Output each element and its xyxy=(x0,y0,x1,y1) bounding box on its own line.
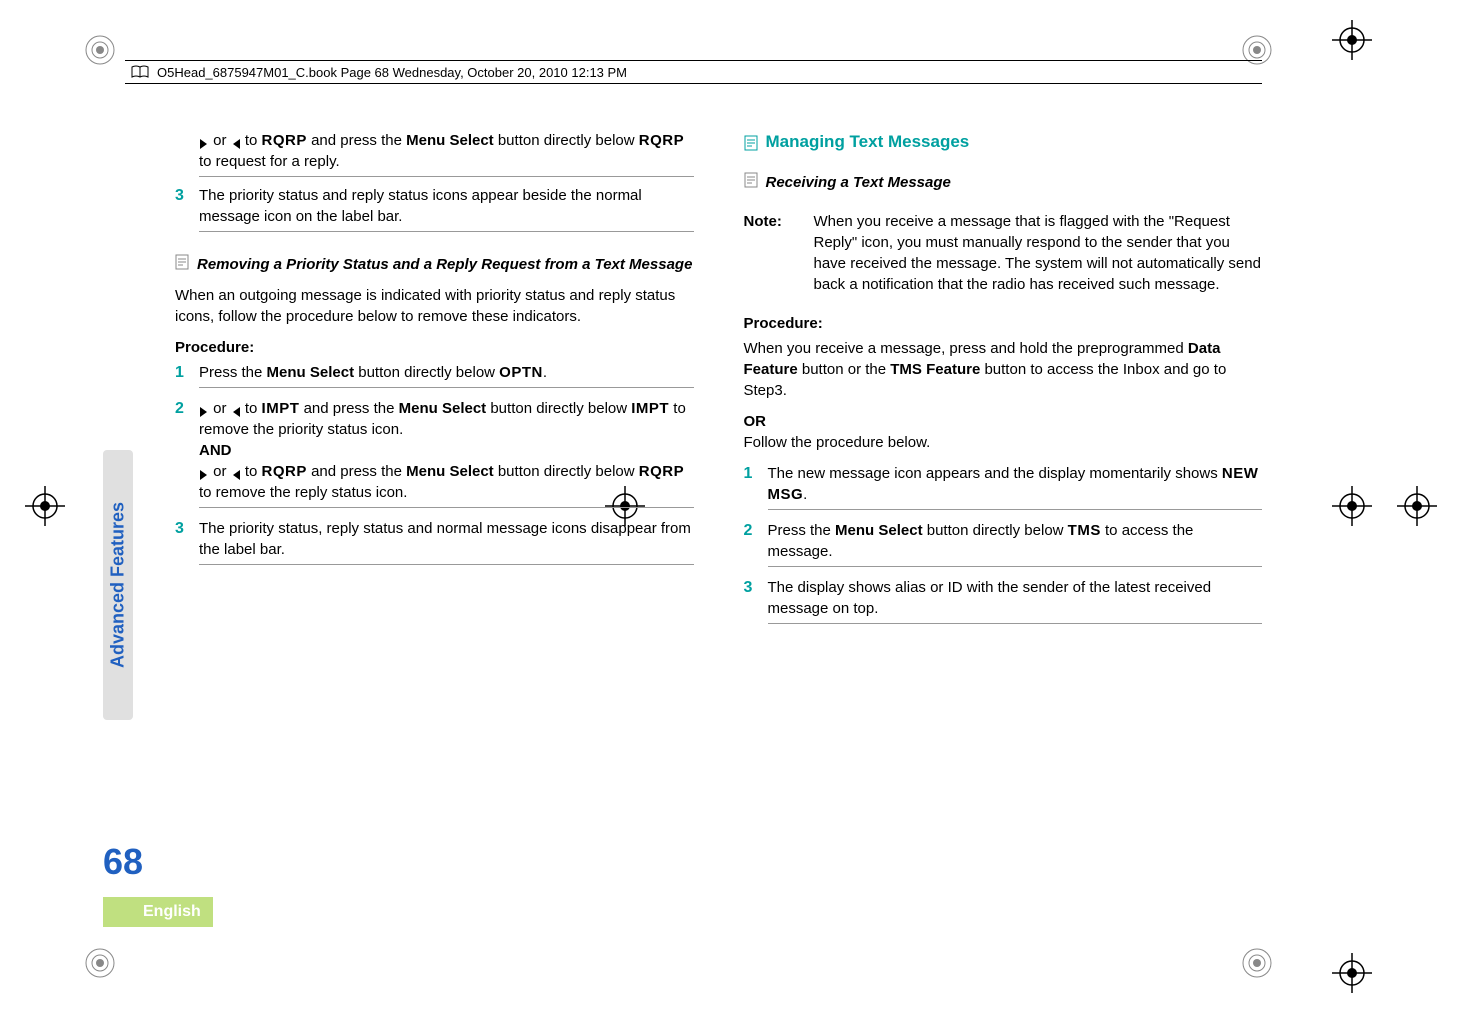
header-text: O5Head_6875947M01_C.book Page 68 Wednesd… xyxy=(157,65,627,80)
note-block: Note: When you receive a message that is… xyxy=(744,211,1263,295)
step-number: 2 xyxy=(175,398,199,508)
arrow-right-icon xyxy=(199,466,209,478)
side-tab-label: Advanced Features xyxy=(108,502,129,668)
arrow-right-icon xyxy=(199,135,209,147)
section-heading: Managing Text Messages xyxy=(744,130,1263,154)
document-icon xyxy=(744,134,758,150)
page-number: 68 xyxy=(103,841,143,883)
note-text: When you receive a message that is flagg… xyxy=(814,211,1263,295)
or-label: OR xyxy=(744,411,1263,432)
procedure-step-2: 2 or to IMPT and press the Menu Select b… xyxy=(175,398,694,512)
r-step-3: 3 The display shows alias or ID with the… xyxy=(744,577,1263,628)
step-number: 2 xyxy=(744,520,768,567)
r-step-1: 1 The new message icon appears and the d… xyxy=(744,463,1263,514)
arrow-left-icon xyxy=(231,135,241,147)
procedure-step-1: 1 Press the Menu Select button directly … xyxy=(175,362,694,392)
step-number: 1 xyxy=(744,463,768,510)
side-tab: Advanced Features xyxy=(103,450,133,720)
book-icon xyxy=(131,65,149,79)
step-number: 3 xyxy=(744,577,768,624)
arrow-left-icon xyxy=(231,466,241,478)
subsection-title: Removing a Priority Status and a Reply R… xyxy=(175,254,694,275)
crosshair-mark xyxy=(1332,486,1372,526)
left-column: or to RQRP and press the Menu Select but… xyxy=(155,130,694,903)
procedure-label: Procedure: xyxy=(744,313,1263,334)
document-icon xyxy=(175,254,189,270)
step-number: 3 xyxy=(175,185,199,232)
step-3: 3 The priority status and reply status i… xyxy=(175,185,694,236)
intro-paragraph: When you receive a message, press and ho… xyxy=(744,338,1263,401)
registration-mark xyxy=(80,30,120,70)
document-icon xyxy=(744,172,758,188)
registration-mark xyxy=(80,943,120,983)
crosshair-mark xyxy=(1397,486,1437,526)
intro-paragraph-2: Follow the procedure below. xyxy=(744,432,1263,453)
intro-paragraph: When an outgoing message is indicated wi… xyxy=(175,285,694,327)
page-header-bar: O5Head_6875947M01_C.book Page 68 Wednesd… xyxy=(125,60,1262,84)
arrow-left-icon xyxy=(231,403,241,415)
content-area: or to RQRP and press the Menu Select but… xyxy=(155,130,1262,903)
procedure-label: Procedure: xyxy=(175,337,694,358)
note-label: Note: xyxy=(744,211,814,295)
crosshair-mark xyxy=(1332,953,1372,993)
crosshair-mark xyxy=(25,486,65,526)
arrow-right-icon xyxy=(199,403,209,415)
and-label: AND xyxy=(199,440,694,461)
crosshair-mark xyxy=(1332,20,1372,60)
procedure-step-3: 3 The priority status, reply status and … xyxy=(175,518,694,569)
subsection-title: Receiving a Text Message xyxy=(744,172,1263,193)
right-column: Managing Text Messages Receiving a Text … xyxy=(744,130,1263,903)
r-step-2: 2 Press the Menu Select button directly … xyxy=(744,520,1263,571)
step-number: 3 xyxy=(175,518,199,565)
step-number: 1 xyxy=(175,362,199,388)
registration-mark xyxy=(1237,943,1277,983)
step-continuation: or to RQRP and press the Menu Select but… xyxy=(199,130,694,177)
